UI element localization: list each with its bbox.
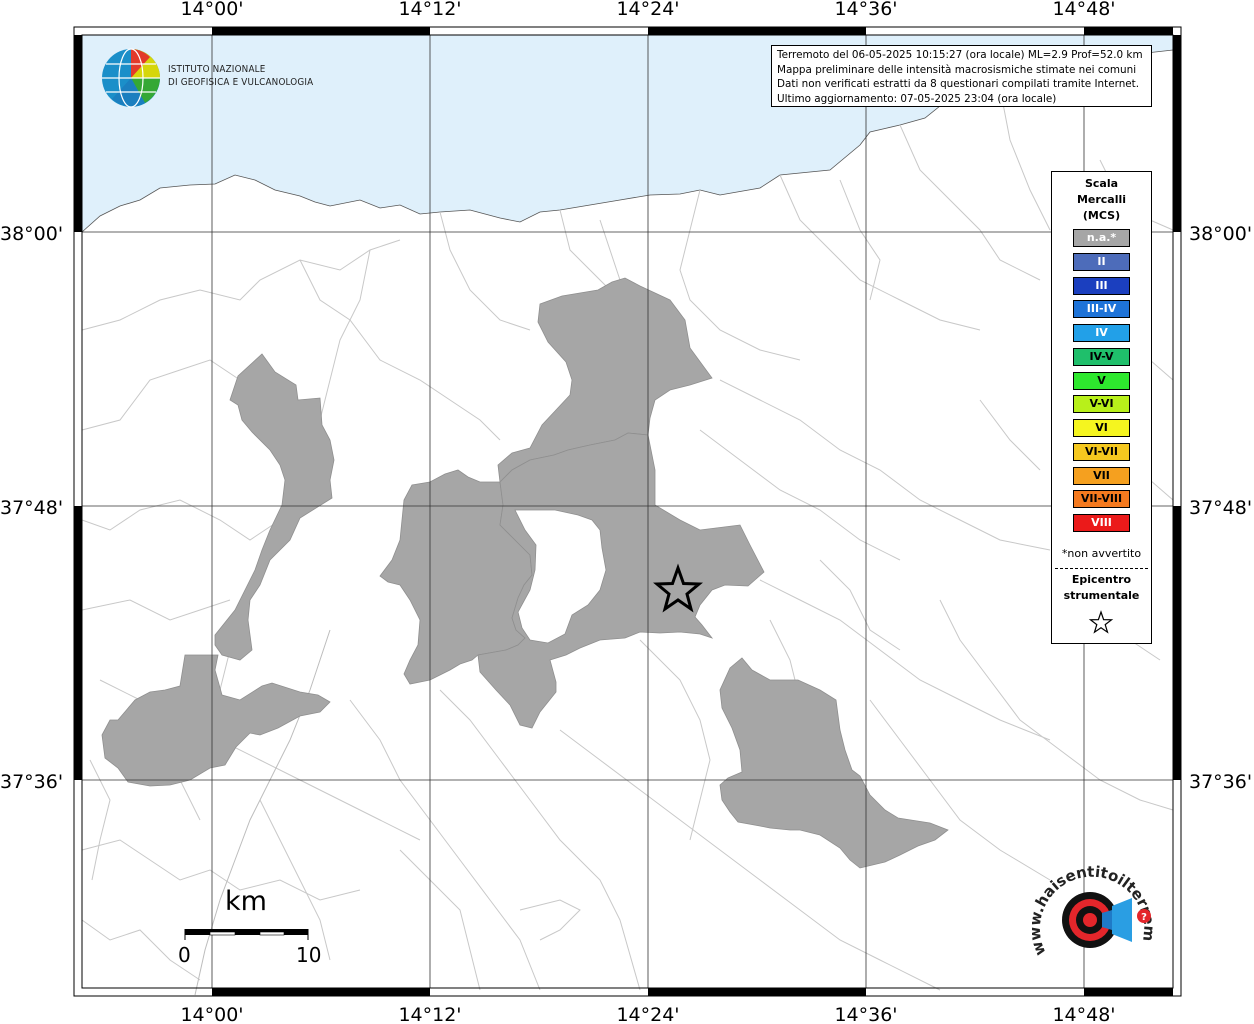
latitude-labels-left: 38°00' 37°48' 37°36' bbox=[0, 223, 63, 793]
institute-line-1: ISTITUTO NAZIONALE bbox=[168, 64, 266, 75]
felt-area-west bbox=[214, 353, 335, 661]
lon-label-top-3: 14°24' bbox=[616, 0, 679, 20]
lon-label-top-2: 14°12' bbox=[398, 0, 461, 20]
legend-items: n.a.* II III III-IV IV IV-V V V-VI VI VI-VII VII VI… bbox=[1073, 229, 1130, 538]
event-info-box: Terremoto del 06-05-2025 10:15:27 (ora l… bbox=[771, 45, 1152, 107]
legend-epicenter-line-2: strumentale bbox=[1063, 589, 1140, 602]
ingv-logo-icon bbox=[102, 48, 160, 108]
scale-max-label: 10 bbox=[296, 943, 322, 967]
svg-text:?: ? bbox=[1141, 912, 1147, 923]
legend-separator bbox=[1055, 568, 1148, 569]
legend-item: III bbox=[1073, 276, 1130, 295]
institute-name: ISTITUTO NAZIONALE DI GEOFISICA E VULCAN… bbox=[168, 63, 313, 89]
info-line-4: Ultimo aggiornamento: 07-05-2025 23:04 (… bbox=[777, 92, 1057, 105]
felt-area-southwest bbox=[101, 654, 331, 787]
legend-item: IV-V bbox=[1073, 347, 1130, 366]
legend-item: VII-VIII bbox=[1073, 490, 1130, 509]
intensity-legend: Scala Mercalli (MCS) n.a.* II III III-IV IV I… bbox=[1051, 171, 1152, 644]
longitude-labels-top: 14°00' 14°12' 14°24' 14°36' 14°48' bbox=[180, 0, 1115, 20]
legend-note: *non avvertito bbox=[1061, 547, 1142, 560]
lon-label-bottom-1: 14°00' bbox=[180, 1004, 243, 1024]
scale-min-label: 0 bbox=[178, 943, 191, 967]
legend-epicenter-label: Epicentro strumentale bbox=[1052, 572, 1151, 604]
lon-label-top-4: 14°36' bbox=[834, 0, 897, 20]
legend-item: V-VI bbox=[1073, 395, 1130, 414]
legend-star-icon bbox=[1088, 610, 1114, 634]
scale-bar bbox=[184, 929, 309, 940]
longitude-labels-bottom: 14°00' 14°12' 14°24' 14°36' 14°48' bbox=[180, 1004, 1115, 1024]
lat-label-left-2: 37°48' bbox=[0, 497, 63, 519]
legend-item: II bbox=[1073, 252, 1130, 271]
lon-label-top-1: 14°00' bbox=[180, 0, 243, 20]
info-line-3: Dati non verificati estratti da 8 questi… bbox=[777, 78, 1140, 90]
lon-label-bottom-5: 14°48' bbox=[1052, 1004, 1115, 1024]
felt-areas bbox=[101, 277, 949, 869]
lon-label-bottom-2: 14°12' bbox=[398, 1004, 461, 1024]
legend-item: n.a.* bbox=[1073, 229, 1130, 247]
legend-title-line-2: Mercalli bbox=[1076, 193, 1127, 206]
haisentito-logo-icon: www.haisentitoilterremoto.it ? bbox=[1032, 858, 1158, 958]
lat-label-left-1: 38°00' bbox=[0, 223, 63, 245]
lat-label-right-2: 37°48' bbox=[1189, 497, 1252, 519]
legend-title-line-1: Scala bbox=[1084, 177, 1119, 190]
legend-title: Scala Mercalli (MCS) bbox=[1052, 176, 1151, 224]
lon-label-bottom-3: 14°24' bbox=[616, 1004, 679, 1024]
legend-item: VI-VII bbox=[1073, 442, 1130, 461]
legend-item: VI bbox=[1073, 419, 1130, 437]
legend-item: V bbox=[1073, 371, 1130, 390]
institute-line-2: DI GEOFISICA E VULCANOLOGIA bbox=[168, 77, 314, 88]
latitude-labels-right: 38°00' 37°48' 37°36' bbox=[1189, 223, 1252, 793]
legend-item: VII bbox=[1073, 466, 1130, 485]
legend-title-line-3: (MCS) bbox=[1082, 209, 1121, 222]
legend-item: VIII bbox=[1073, 514, 1130, 532]
felt-area-southeast bbox=[719, 657, 949, 869]
legend-item: III-IV bbox=[1073, 300, 1130, 319]
lat-label-right-1: 38°00' bbox=[1189, 223, 1252, 245]
lon-label-bottom-4: 14°36' bbox=[834, 1004, 897, 1024]
info-line-2: Mappa preliminare delle intensità macros… bbox=[777, 63, 1137, 76]
scale-unit-label: km bbox=[225, 886, 267, 917]
lat-label-left-3: 37°36' bbox=[0, 771, 63, 793]
info-line-1: Terremoto del 06-05-2025 10:15:27 (ora l… bbox=[777, 49, 1143, 61]
legend-epicenter-line-1: Epicentro bbox=[1071, 573, 1132, 586]
lon-label-top-5: 14°48' bbox=[1052, 0, 1115, 20]
legend-item: IV bbox=[1073, 324, 1130, 342]
lat-label-right-3: 37°36' bbox=[1189, 771, 1252, 793]
